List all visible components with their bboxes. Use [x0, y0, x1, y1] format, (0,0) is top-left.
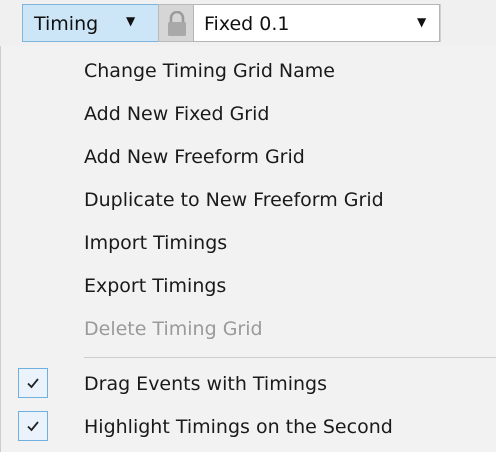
menu-item-label: Duplicate to New Freeform Grid	[84, 189, 384, 211]
menu-item-export-timings[interactable]: Export Timings	[1, 266, 496, 306]
menu-item-duplicate-to-new-freeform-grid[interactable]: Duplicate to New Freeform Grid	[1, 180, 496, 220]
menu-item-label: Delete Timing Grid	[84, 318, 263, 340]
dropdown-arrow-icon: ▼	[126, 14, 136, 28]
chevron-down-icon: ▼	[417, 15, 427, 29]
timing-grid-select[interactable]: Fixed 0.1 ▼	[193, 4, 440, 42]
checkbox	[18, 411, 48, 441]
menu-item-label: Import Timings	[84, 232, 228, 254]
menu-item-add-new-fixed-grid[interactable]: Add New Fixed Grid	[1, 94, 496, 134]
checkbox	[18, 368, 48, 398]
menu-item-add-new-freeform-grid[interactable]: Add New Freeform Grid	[1, 137, 496, 177]
menu-item-label: Export Timings	[84, 275, 227, 297]
menu-item-label: Drag Events with Timings	[84, 373, 327, 395]
menu-item-change-timing-grid-name[interactable]: Change Timing Grid Name	[1, 51, 496, 91]
checkmark-icon	[27, 421, 39, 432]
menu-item-import-timings[interactable]: Import Timings	[1, 223, 496, 263]
timing-dropdown-menu: Change Timing Grid Name Add New Fixed Gr…	[0, 46, 496, 452]
checkmark-icon	[27, 378, 39, 389]
toolbar: Timing ▼ Fixed 0.1 ▼	[0, 0, 496, 46]
lock-icon	[168, 11, 186, 36]
menu-item-label: Highlight Timings on the Second	[84, 416, 393, 438]
timing-menu-button[interactable]: Timing ▼	[22, 4, 162, 42]
timing-grid-select-value: Fixed 0.1	[204, 13, 290, 35]
menu-item-drag-events-with-timings[interactable]: Drag Events with Timings	[1, 364, 496, 404]
menu-item-delete-timing-grid: Delete Timing Grid	[1, 309, 496, 349]
menu-item-highlight-timings-on-the-second[interactable]: Highlight Timings on the Second	[1, 407, 496, 447]
menu-separator	[84, 357, 496, 358]
timing-menu-label: Timing	[34, 13, 99, 35]
menu-item-label: Change Timing Grid Name	[84, 60, 335, 82]
menu-item-label: Add New Freeform Grid	[84, 146, 305, 168]
menu-item-label: Add New Fixed Grid	[84, 103, 270, 125]
lock-button[interactable]	[158, 4, 194, 42]
toolbar-empty-area	[440, 4, 496, 42]
